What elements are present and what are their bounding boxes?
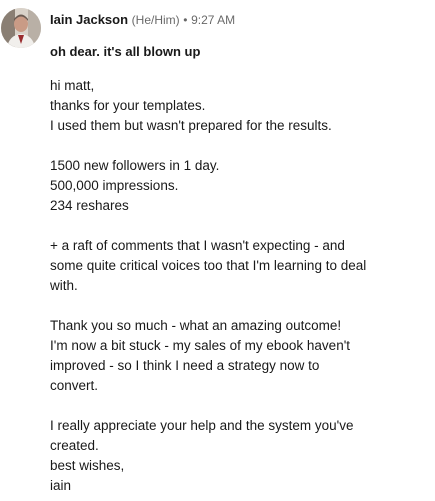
message-header: Iain Jackson (He/Him) • 9:27 AM <box>50 12 235 28</box>
sender-name[interactable]: Iain Jackson <box>50 12 128 27</box>
body-line: 500,000 impressions. <box>50 178 179 193</box>
body-line: I used them but wasn't prepared for the … <box>50 118 332 133</box>
message-body: hi matt, thanks for your templates. I us… <box>50 76 425 496</box>
body-line: + a raft of comments that I wasn't expec… <box>50 238 345 253</box>
body-line: created. <box>50 438 99 453</box>
body-line: improved - so I think I need a strategy … <box>50 358 320 373</box>
body-line: some quite critical voices too that I'm … <box>50 258 367 273</box>
profile-photo-icon <box>1 8 41 48</box>
message-timestamp: 9:27 AM <box>191 13 236 27</box>
body-line: 1500 new followers in 1 day. <box>50 158 220 173</box>
body-line: I'm now a bit stuck - my sales of my ebo… <box>50 338 351 353</box>
body-line: iain <box>50 478 72 493</box>
message-item: Iain Jackson (He/Him) • 9:27 AM oh dear.… <box>0 0 435 501</box>
header-separator: • <box>183 13 188 27</box>
body-line: Thank you so much - what an amazing outc… <box>50 318 342 333</box>
body-line: convert. <box>50 378 99 393</box>
body-line: best wishes, <box>50 458 125 473</box>
body-line: with. <box>50 278 78 293</box>
body-line: hi matt, <box>50 78 95 93</box>
avatar[interactable] <box>1 8 41 48</box>
message-subject: oh dear. it's all blown up <box>50 44 201 59</box>
body-line: 234 reshares <box>50 198 129 213</box>
sender-pronouns: (He/Him) <box>131 13 180 27</box>
body-line: I really appreciate your help and the sy… <box>50 418 354 433</box>
body-line: thanks for your templates. <box>50 98 206 113</box>
